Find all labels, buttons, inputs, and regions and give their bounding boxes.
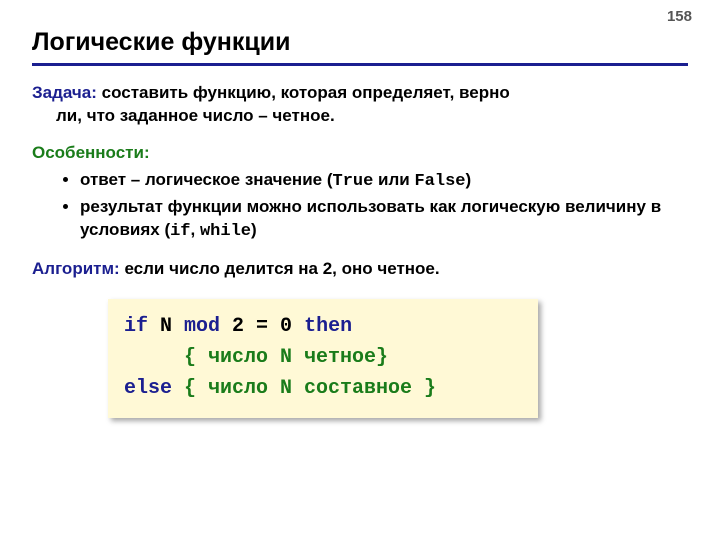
slide-container: Логические функции Задача: составить фун… [0, 0, 720, 438]
code-line: { число N четное} [124, 342, 522, 373]
bullet-text: ) [465, 170, 471, 189]
code-inline: if [170, 222, 190, 241]
bullet-text: или [373, 170, 414, 189]
code-keyword: then [304, 315, 352, 338]
code-inline: while [200, 222, 251, 241]
task-label: Задача: [32, 83, 97, 102]
code-keyword: if [124, 315, 148, 338]
features-paragraph: Особенности: ответ – логическое значение… [32, 142, 688, 244]
code-comment: { число N составное } [172, 377, 436, 400]
list-item: результат функции можно использовать как… [80, 196, 688, 244]
code-line: if N mod 2 = 0 then [124, 311, 522, 342]
bullet-text: результат функции можно использовать как… [80, 197, 661, 239]
algorithm-paragraph: Алгоритм: если число делится на 2, оно ч… [32, 258, 688, 281]
page-number: 158 [667, 8, 692, 25]
task-text-1: составить функцию, которая определяет, в… [97, 83, 510, 102]
features-label: Особенности: [32, 143, 150, 162]
task-text-2: ли, что заданное число – четное. [32, 105, 688, 128]
bullet-text: ответ – логическое значение ( [80, 170, 333, 189]
list-item: ответ – логическое значение (True или Fa… [80, 169, 688, 194]
code-text: N [148, 315, 184, 338]
code-keyword: mod [184, 315, 220, 338]
features-list: ответ – логическое значение (True или Fa… [32, 169, 688, 244]
code-block: if N mod 2 = 0 then { число N четное} el… [108, 299, 538, 418]
bullet-text: ) [251, 220, 257, 239]
code-inline: True [333, 172, 374, 191]
code-keyword: else [124, 377, 172, 400]
code-line: else { число N составное } [124, 373, 522, 404]
algorithm-label: Алгоритм: [32, 259, 120, 278]
bullet-text: , [191, 220, 200, 239]
task-paragraph: Задача: составить функцию, которая опред… [32, 82, 688, 128]
algorithm-text: если число делится на 2, оно четное. [120, 259, 440, 278]
code-text: 2 = 0 [220, 315, 304, 338]
page-title: Логические функции [32, 28, 688, 66]
code-inline: False [414, 172, 465, 191]
